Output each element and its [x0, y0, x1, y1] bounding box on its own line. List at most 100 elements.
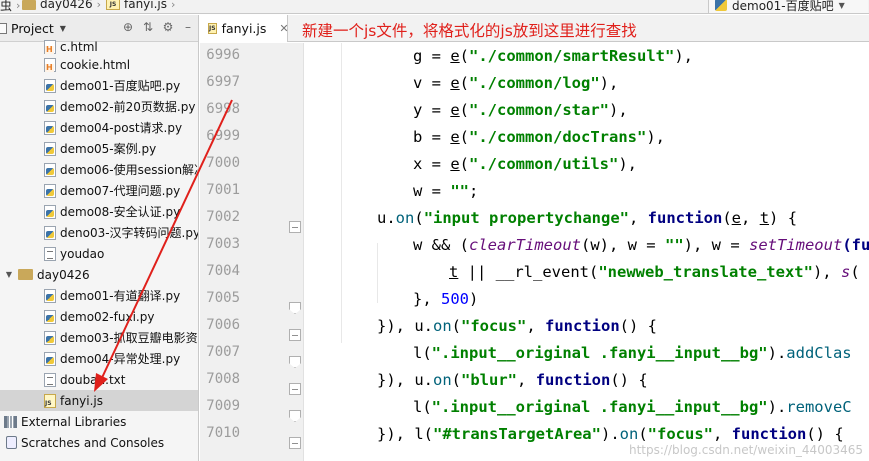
code-line-7005: }, 500) — [413, 290, 479, 308]
fold-end-icon[interactable] — [289, 356, 301, 368]
tree-item-label: Scratches and Consoles — [21, 435, 165, 450]
chevron-down-icon[interactable]: ▼ — [60, 24, 66, 33]
code-line-6997: v = e("./common/log"), — [413, 74, 619, 92]
fold-toggle-icon[interactable] — [289, 383, 301, 395]
tree-file-label: demo05-案例.py — [60, 142, 157, 156]
python-file-icon — [44, 78, 56, 93]
tree-file[interactable]: demo04-post请求.py — [44, 117, 182, 138]
run-config-label: demo01-百度贴吧 — [732, 0, 834, 13]
tab-fanyi-js[interactable]: JS fanyi.js ✕ — [200, 15, 289, 42]
line-number: 6999 — [206, 128, 240, 144]
chevron-right-icon: › — [96, 0, 102, 11]
tree-file[interactable]: demo01-百度贴吧.py — [44, 75, 180, 96]
tree-file-label: douban.txt — [60, 372, 126, 387]
line-number: 7003 — [206, 236, 240, 252]
tree-folder-label: day0426 — [37, 267, 90, 282]
code-editor[interactable]: g = e("./common/smartResult"), v = e("./… — [305, 43, 869, 461]
python-file-icon — [44, 351, 56, 366]
chevron-right-icon: › — [171, 0, 176, 11]
line-number: 6996 — [206, 47, 240, 63]
tree-file-selected[interactable]: fanyi.js — [0, 390, 198, 411]
watermark: https://blog.csdn.net/weixin_44003465 — [628, 443, 863, 457]
breadcrumb-folder-label: day0426 — [40, 0, 93, 11]
locate-icon[interactable]: ⊕ — [121, 20, 135, 34]
line-number: 7008 — [206, 371, 240, 387]
line-number: 7009 — [206, 398, 240, 414]
tree-file[interactable]: demo04-异常处理.py — [44, 348, 180, 369]
code-line-7008: }), u.on("blur", function() { — [377, 371, 648, 389]
breadcrumb-root-label: 虫 — [0, 0, 13, 13]
python-file-icon — [44, 99, 56, 114]
tree-file[interactable]: cookie.html — [44, 54, 130, 75]
folder-icon — [22, 0, 36, 10]
tree-file[interactable]: douban.txt — [44, 369, 125, 390]
python-file-icon — [44, 204, 56, 219]
chevron-down-icon[interactable]: ▼ — [4, 270, 14, 279]
tree-file[interactable]: demo05-案例.py — [44, 138, 156, 159]
tree-file-label: demo04-异常处理.py — [60, 352, 181, 366]
close-icon[interactable]: ✕ — [279, 22, 288, 35]
breadcrumb-file[interactable]: JS fanyi.js › — [106, 0, 175, 11]
fold-toggle-icon[interactable] — [289, 329, 301, 341]
tree-file[interactable]: demo06-使用session解决 — [44, 159, 199, 180]
js-file-icon: JS — [208, 23, 217, 34]
code-line-7003: w && (clearTimeout(w), w = ""), w = setT… — [413, 236, 869, 254]
project-tool-window: Project ▼ ⊕ ⇅ ⚙ – c.html cookie.html dem… — [0, 15, 199, 461]
tree-file[interactable]: demo08-安全认证.py — [44, 201, 180, 222]
line-number: 7004 — [206, 263, 240, 279]
run-configuration-selector[interactable]: demo01-百度贴吧 ▼ — [708, 0, 868, 13]
fold-end-icon[interactable] — [289, 410, 301, 422]
fold-end-icon[interactable] — [289, 302, 301, 314]
text-file-icon — [44, 246, 56, 261]
tree-file[interactable]: demo07-代理问题.py — [44, 180, 180, 201]
hide-icon[interactable]: – — [181, 20, 195, 34]
python-file-icon — [44, 120, 56, 135]
project-view-icon — [0, 22, 7, 34]
project-panel-title[interactable]: Project — [11, 21, 54, 36]
folder-icon — [18, 269, 33, 280]
js-file-icon — [44, 393, 56, 408]
code-line-7001: w = ""; — [413, 182, 479, 200]
tree-scratches[interactable]: Scratches and Consoles — [6, 432, 164, 453]
chevron-down-icon: ▼ — [838, 0, 845, 10]
tree-file[interactable]: demo03-抓取豆瓣电影资 — [44, 327, 198, 348]
tree-file[interactable]: demo01-有道翻译.py — [44, 285, 180, 306]
python-file-icon — [44, 162, 56, 177]
line-number: 6998 — [206, 101, 240, 117]
tree-folder-day0426[interactable]: ▼ day0426 — [4, 264, 90, 285]
tree-file[interactable]: deno03-汉字转码问题.py — [44, 222, 198, 243]
python-file-icon — [44, 225, 56, 240]
tree-file[interactable]: youdao — [44, 243, 104, 264]
line-number: 7006 — [206, 317, 240, 333]
tree-file-label: demo01-有道翻译.py — [60, 289, 181, 303]
code-line-7004: t || __rl_event("newweb_translate_text")… — [449, 263, 860, 281]
fold-toggle-icon[interactable] — [289, 437, 301, 449]
library-icon — [4, 415, 17, 428]
line-number: 7000 — [206, 155, 240, 171]
line-number: 7005 — [206, 290, 240, 306]
line-number: 7001 — [206, 182, 240, 198]
breadcrumb-root[interactable]: 虫 › — [0, 0, 20, 13]
collapse-all-icon[interactable]: ⇅ — [141, 20, 155, 34]
line-number: 6997 — [206, 74, 240, 90]
code-line-7009: l(".input__original .fanyi__input__bg").… — [413, 398, 852, 416]
python-file-icon — [44, 288, 56, 303]
python-file-icon — [44, 330, 56, 345]
html-file-icon — [44, 39, 56, 54]
annotation-text: 新建一个js文件，将格式化的js放到这里进行查找 — [302, 22, 637, 40]
breadcrumb-folder[interactable]: day0426 › — [22, 0, 101, 11]
line-number: 7010 — [206, 425, 240, 441]
code-line-6996: g = e("./common/smartResult"), — [413, 47, 693, 65]
editor-tabs: JS fanyi.js ✕ 新建一个js文件，将格式化的js放到这里进行查找 — [200, 15, 869, 42]
editor-area: JS fanyi.js ✕ 新建一个js文件，将格式化的js放到这里进行查找 6… — [200, 15, 869, 461]
tree-external-libraries[interactable]: External Libraries — [4, 411, 126, 432]
text-file-icon — [44, 372, 56, 387]
tree-file-label: demo07-代理问题.py — [60, 184, 181, 198]
code-line-7002: u.on("input propertychange", function(e,… — [377, 209, 798, 227]
tree-file-label: youdao — [60, 246, 105, 261]
fold-toggle-icon[interactable] — [289, 221, 301, 233]
tree-file[interactable]: demo02-fuxi.py — [44, 306, 154, 327]
tree-file[interactable]: demo02-前20页数据.py — [44, 96, 195, 117]
tree-file-label: demo06-使用session解决 — [60, 163, 199, 177]
gear-icon[interactable]: ⚙ — [161, 20, 175, 34]
